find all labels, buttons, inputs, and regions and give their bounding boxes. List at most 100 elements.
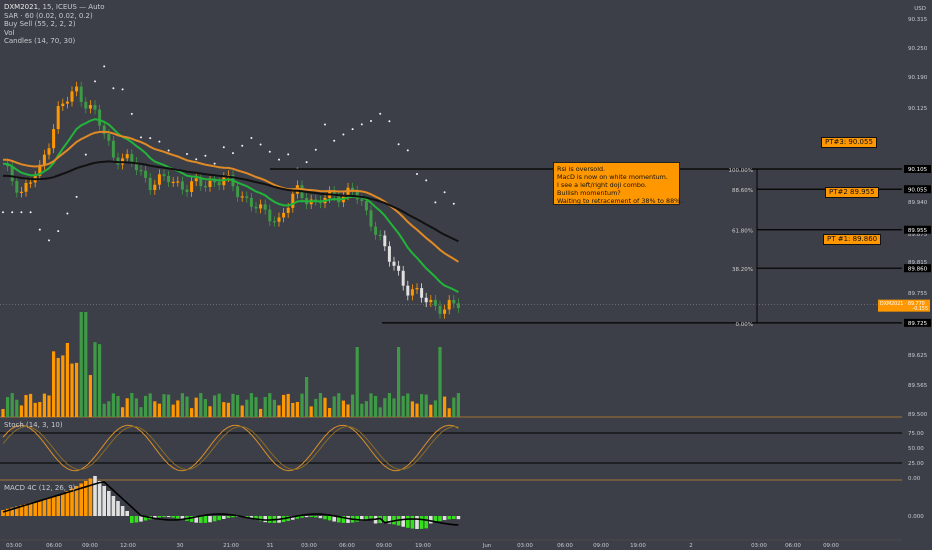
candle-body [286,207,290,213]
axis-fib-value: 89.955 [908,228,928,234]
sar-dot [204,154,207,157]
volume-bar [203,399,207,417]
volume-bar [33,402,37,417]
volume-bar [38,402,42,417]
sar-dot [324,123,326,126]
price-target-3[interactable]: PT#3: 90.055 [821,137,877,148]
macd-label[interactable]: MACD 4C (12, 26, 9) [4,484,75,492]
sar-dot [149,137,152,140]
price-target-1[interactable]: PT #1: 89.860 [823,234,882,245]
candle-body [153,184,157,191]
candle-body [176,181,180,183]
volume-bar [300,393,304,417]
volume-bar [222,402,226,417]
macd-bar [157,516,162,518]
volume-bar [116,395,120,417]
volume-bar [420,394,424,417]
sar-dot [66,212,69,215]
macd-bar [120,506,125,516]
sar-dot [213,162,216,165]
macd-bar [369,516,373,519]
stoch-label[interactable]: Stoch (14, 3, 10) [4,421,63,429]
macd-bar [447,516,451,520]
candle-body [374,226,378,235]
sar-dot [333,139,336,142]
sar-dot [351,128,354,131]
volume-bar [259,408,263,417]
axis-fib-value: 89.725 [908,321,928,327]
volume-bar [42,393,46,417]
chart-legend: DXM2021, 15, ICEUS — Auto SAR · 60 (0.02… [4,3,105,46]
macd-bar [42,499,47,516]
candle-body [378,234,382,236]
volume-bar [79,312,83,417]
volume-bar [392,398,396,417]
legend-line[interactable]: Candles (14, 70, 30) [4,37,105,46]
sar-dot [29,211,32,214]
candle-body [369,210,373,227]
sar-dot [103,65,106,68]
candle-body [456,303,460,309]
volume-bar [438,347,442,417]
time-tick-label: 03:00 [6,543,22,549]
macd-bar [162,516,166,518]
candle-body [199,178,203,187]
volume-bar [171,404,175,417]
volume-bar [19,405,23,417]
volume-bar [401,395,405,417]
volume-bar [194,397,198,417]
time-tick-label: 06:00 [46,543,62,549]
legend-line[interactable]: SAR · 60 (0.02, 0.02, 0.2) [4,12,105,21]
candle-body [392,261,396,266]
price-target-2[interactable]: PT#2 89.955 [825,187,879,198]
sar-dot [342,133,345,136]
volume-bar [130,393,134,417]
volume-bar [10,393,14,417]
sar-dot [167,149,170,152]
legend-line[interactable]: Buy Sell (55, 2, 2, 2) [4,20,105,29]
volume-bar [456,393,460,417]
annotation-note[interactable]: Rsi is oversold. MacD is now on white mo… [553,162,682,205]
volume-bar [272,399,276,417]
macd-bar [318,516,323,519]
volume-bar [240,405,244,417]
time-tick-label: 19:00 [415,543,431,549]
candle-body [84,101,88,109]
candle-body [387,246,391,262]
candle-body [194,178,198,182]
macd-bar [410,516,415,529]
price-tick-label: 90.190 [908,75,928,81]
stoch-tick-label: 25.00 [908,461,924,467]
candle-body [93,105,97,110]
volume-bar [111,393,115,417]
macd-bar [212,516,217,522]
sar-dot [388,120,391,123]
sar-dot [314,148,317,151]
macd-bar [176,516,180,519]
stoch-tick-label: 50.00 [908,446,924,452]
axis-fib-value: 90.055 [908,187,928,193]
axis-fib-value: 89.860 [908,266,928,272]
current-price-change: -0.155 [913,306,928,312]
candle-body [65,101,69,104]
volume-bar [249,393,253,417]
candle-body [24,182,28,192]
sar-dot [379,112,382,115]
candle-body [433,299,437,306]
volume-bar [134,398,138,417]
chart-canvas[interactable]: 100.00% 88.60% 61.80% 38.20% 0.00% USD 90.315… [0,0,932,550]
time-tick-label: 12:00 [120,543,136,549]
sar-dot [305,161,308,164]
sar-dot [241,144,244,147]
macd-bar [51,496,56,516]
macd-bar [171,516,175,518]
candle-body [277,217,281,222]
volume-bar [167,394,171,417]
legend-line[interactable]: Vol [4,29,105,38]
volume-bar [286,393,290,417]
macd-bar [125,511,129,516]
volume-bar [61,355,65,417]
fib-level-label: 38.20% [732,267,753,273]
macd-bar [97,481,102,516]
candle-body [47,148,51,155]
